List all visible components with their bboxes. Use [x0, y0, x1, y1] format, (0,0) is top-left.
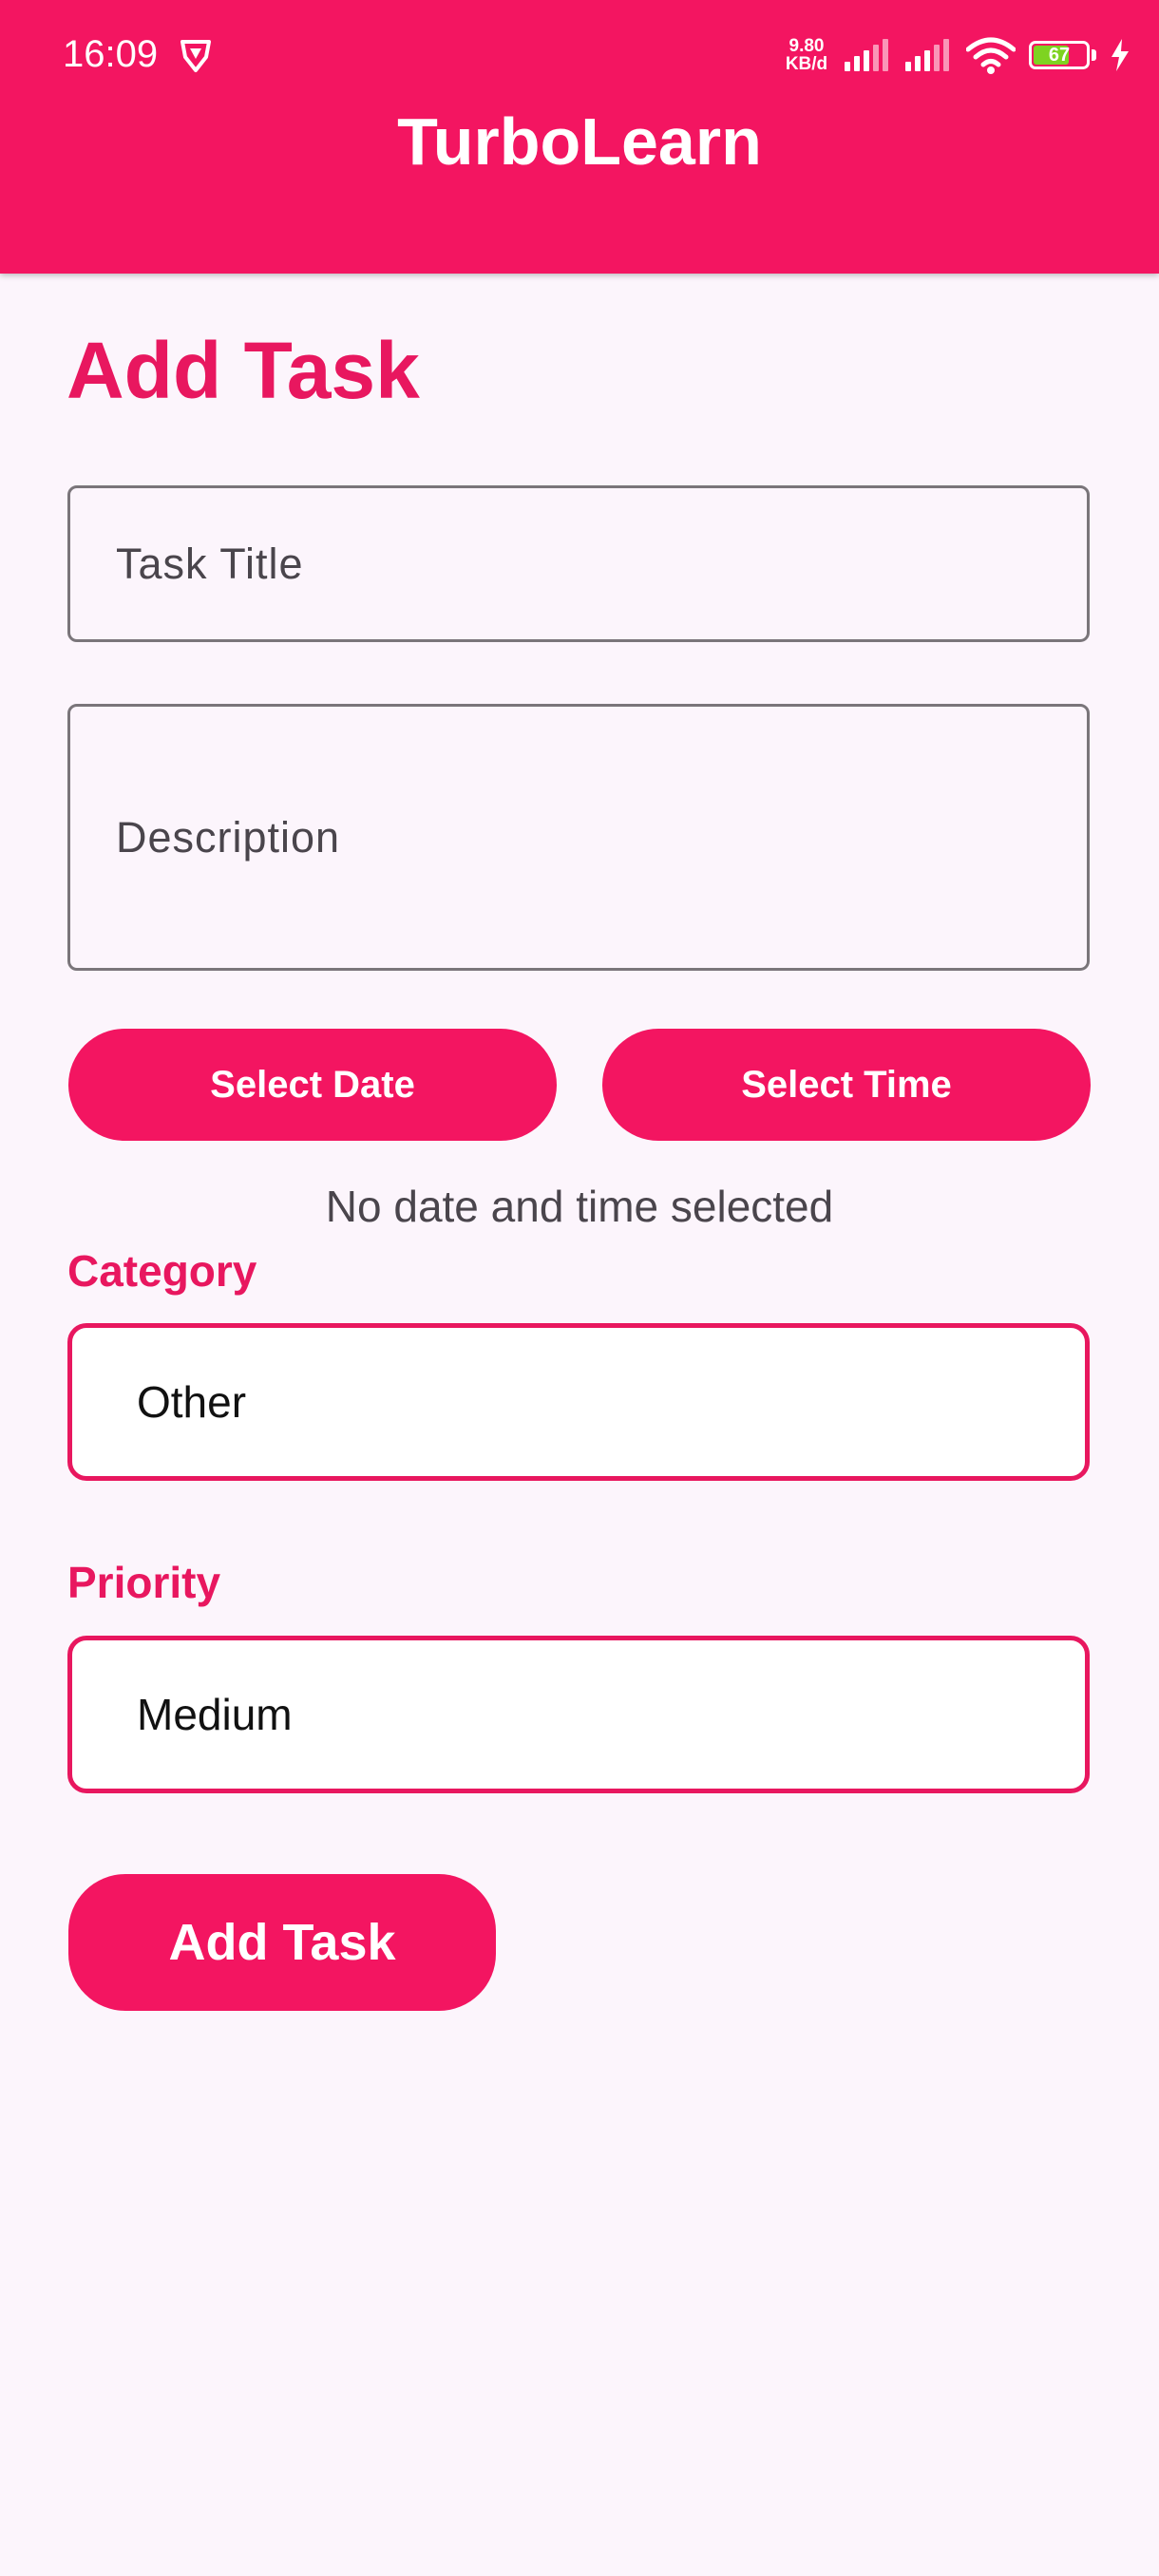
category-value: Other: [137, 1377, 247, 1427]
priority-label: Priority: [67, 1558, 221, 1607]
status-time: 16:09: [63, 33, 159, 75]
battery-cap: [1092, 49, 1096, 61]
network-speed-value: 9.80: [788, 36, 825, 56]
description-field[interactable]: Description: [67, 704, 1090, 971]
page-title: Add Task: [66, 326, 420, 415]
signal-icon: [845, 39, 888, 71]
category-dropdown[interactable]: Other: [67, 1323, 1090, 1481]
select-date-button[interactable]: Select Date: [68, 1029, 557, 1141]
add-task-button[interactable]: Add Task: [68, 1874, 496, 2011]
status-icons: 9.80 KB/d 67: [782, 28, 1130, 82]
app-bar: 16:09 9.80 KB/d 67 TurboLearn: [0, 0, 1159, 274]
network-speed: 9.80 KB/d: [782, 37, 831, 73]
network-speed-unit: KB/d: [785, 54, 828, 74]
battery-icon: 67: [1029, 41, 1090, 69]
date-time-status: No date and time selected: [325, 1182, 834, 1231]
charging-bolt-icon: [1112, 39, 1129, 71]
task-title-field[interactable]: Task Title: [67, 485, 1090, 642]
priority-value: Medium: [137, 1690, 293, 1739]
battery-level: 67: [1048, 45, 1071, 66]
wifi-icon: [966, 37, 1016, 74]
signal-icon-2: [905, 39, 949, 71]
select-time-button[interactable]: Select Time: [602, 1029, 1091, 1141]
vpn-shield-icon: [180, 40, 211, 72]
task-title-placeholder: Task Title: [116, 540, 304, 588]
priority-dropdown[interactable]: Medium: [67, 1636, 1090, 1793]
category-label: Category: [67, 1246, 257, 1296]
description-placeholder: Description: [116, 813, 341, 862]
app-title: TurboLearn: [397, 104, 762, 179]
